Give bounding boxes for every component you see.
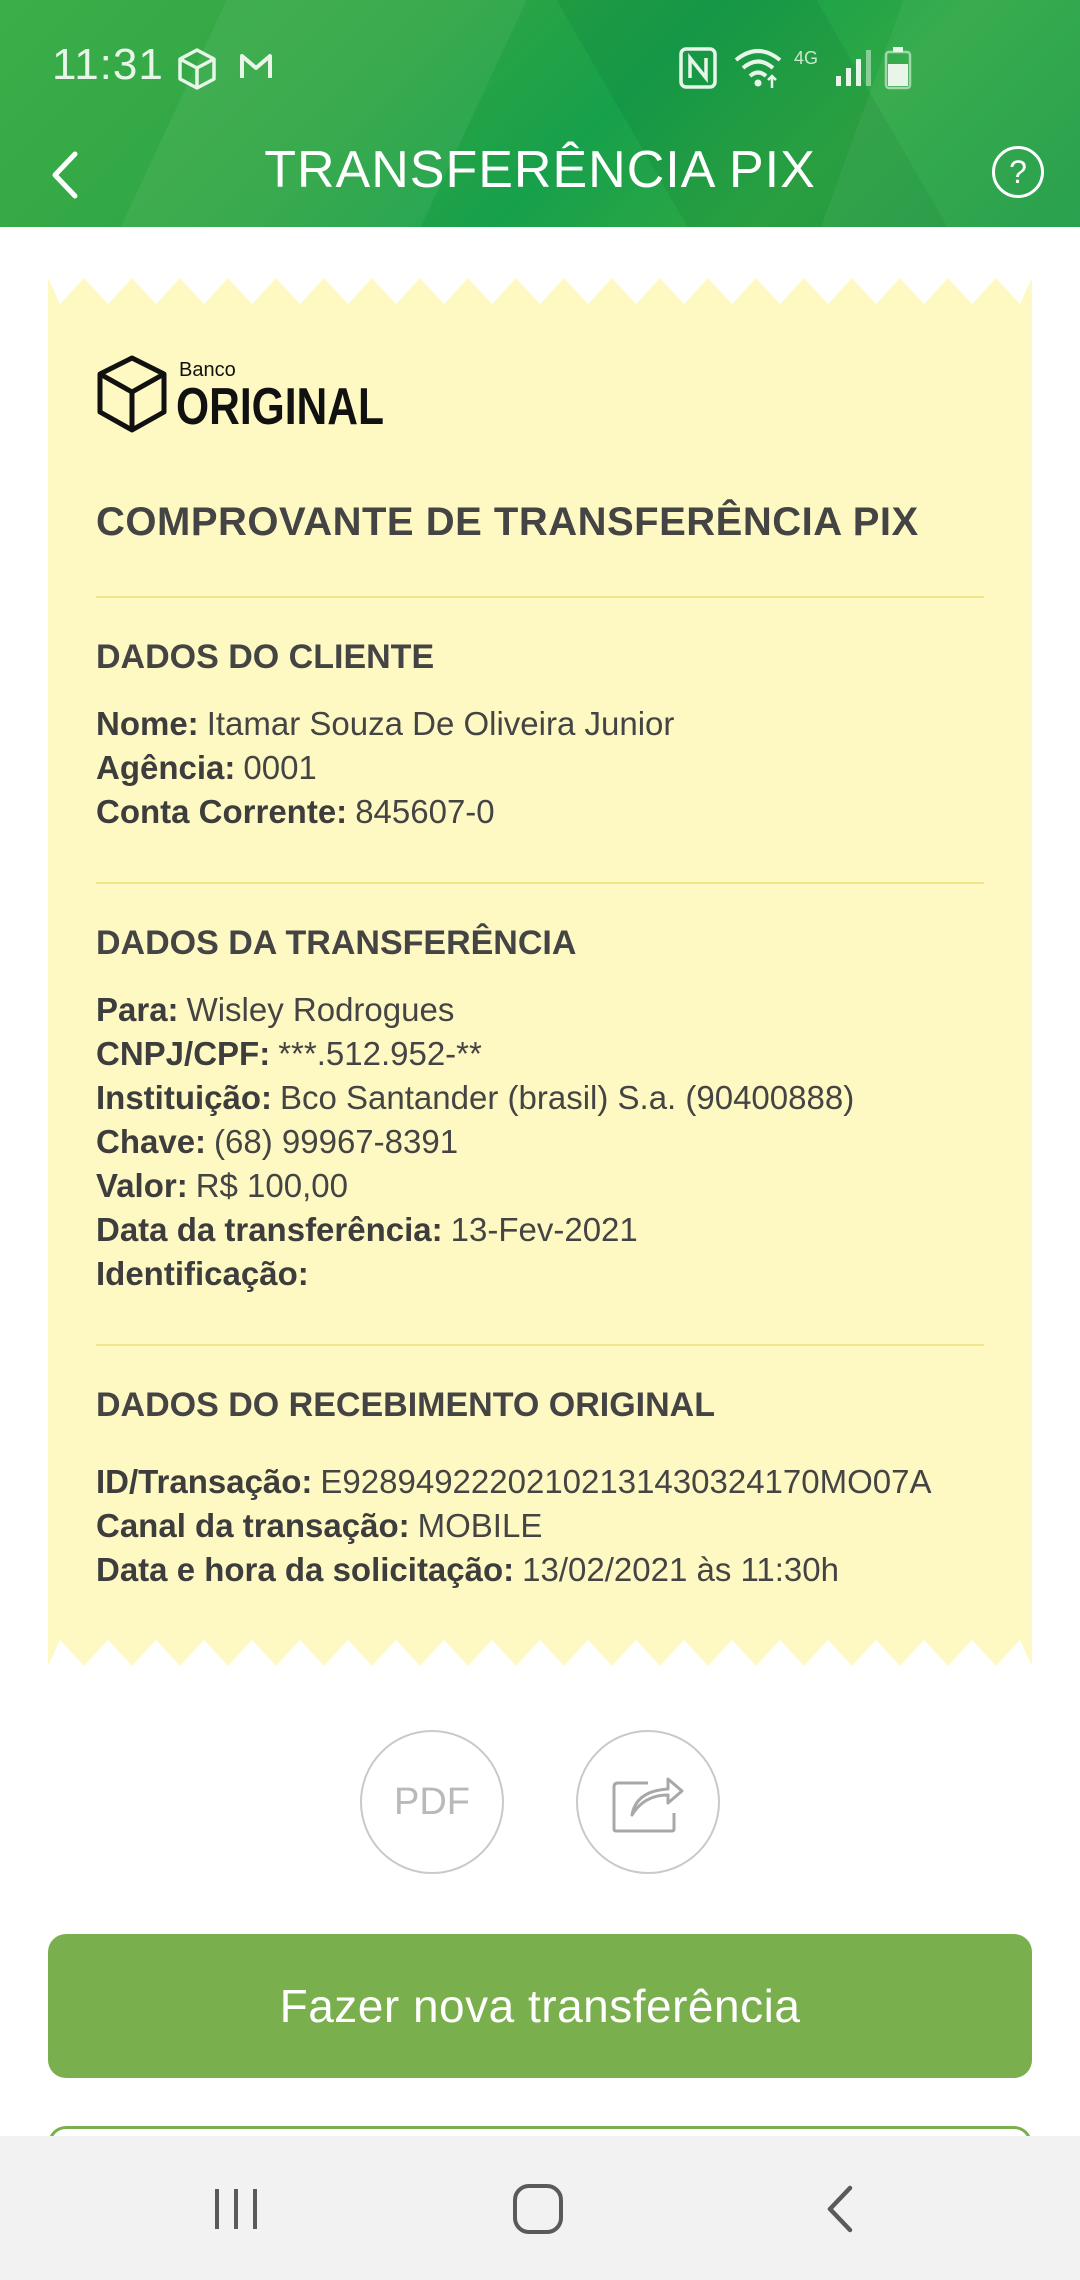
- client-section-heading: DADOS DO CLIENTE: [96, 638, 435, 676]
- page-title: TRANSFERÊNCIA PIX: [264, 141, 816, 199]
- client-fields: Nome: Itamar Souza De Oliveira Junior Agê…: [96, 702, 996, 834]
- receipt-bottom-edge: [48, 1640, 1032, 1670]
- box-icon: [174, 46, 220, 97]
- share-icon: [612, 1777, 684, 1833]
- receipt-title: COMPROVANTE DE TRANSFERÊNCIA PIX: [96, 500, 919, 544]
- logo-large-text: ORIGINAL: [176, 378, 384, 436]
- pdf-button[interactable]: PDF: [360, 1730, 504, 1874]
- receipt-top-edge: [48, 274, 1032, 304]
- network-type: 4G: [794, 48, 819, 68]
- banco-original-logo: Banco ORIGINAL: [94, 352, 394, 442]
- status-bar: 11:31 4G: [0, 0, 1080, 140]
- signal-icon: [834, 46, 874, 93]
- divider: [96, 1344, 984, 1346]
- divider: [96, 596, 984, 598]
- pdf-label: PDF: [394, 1780, 470, 1823]
- share-button[interactable]: [576, 1730, 720, 1874]
- help-icon: ?: [1009, 153, 1027, 190]
- battery-icon: [884, 46, 912, 95]
- status-time: 11:31: [52, 40, 164, 89]
- field-agencia: Agência: 0001: [96, 749, 317, 786]
- field-instituicao: Instituição: Bco Santander (brasil) S.a. …: [96, 1079, 855, 1116]
- transfer-section-heading: DADOS DA TRANSFERÊNCIA: [96, 924, 577, 962]
- divider: [96, 882, 984, 884]
- app-header: 11:31 4G TRANSFERÊNCIA PIX ?: [0, 0, 1080, 227]
- chevron-left-icon: [827, 2185, 853, 2233]
- recent-apps-button[interactable]: [196, 2174, 276, 2244]
- field-data-transferencia: Data da transferência: 13-Fev-2021: [96, 1211, 638, 1248]
- field-nome: Nome: Itamar Souza De Oliveira Junior: [96, 705, 675, 742]
- wifi-icon: [732, 46, 784, 95]
- new-transfer-button[interactable]: Fazer nova transferência: [48, 1934, 1032, 2078]
- field-id-transacao: ID/Transação: E92894922202102131430324170…: [96, 1463, 932, 1500]
- field-data-hora-solicitacao: Data e hora da solicitação: 13/02/2021 às…: [96, 1551, 839, 1588]
- field-cnpj-cpf: CNPJ/CPF: ***.512.952-**: [96, 1035, 482, 1072]
- nfc-icon: [678, 46, 718, 95]
- field-valor: Valor: R$ 100,00: [96, 1167, 348, 1204]
- help-button[interactable]: ?: [992, 146, 1044, 198]
- system-nav-bar: [0, 2136, 1080, 2280]
- system-back-button[interactable]: [800, 2174, 880, 2244]
- field-canal-transacao: Canal da transação: MOBILE: [96, 1507, 543, 1544]
- field-chave: Chave: (68) 99967-8391: [96, 1123, 459, 1160]
- home-button[interactable]: [498, 2174, 578, 2244]
- receipt-data-section-heading: DADOS DO RECEBIMENTO ORIGINAL: [96, 1386, 715, 1424]
- receipt-data-fields: ID/Transação: E92894922202102131430324170…: [96, 1460, 996, 1592]
- transfer-fields: Para: Wisley Rodrogues CNPJ/CPF: ***.512.9…: [96, 988, 996, 1296]
- gmail-icon: [236, 46, 276, 91]
- field-conta-corrente: Conta Corrente: 845607-0: [96, 793, 495, 830]
- recent-apps-icon: [215, 2189, 257, 2229]
- field-para: Para: Wisley Rodrogues: [96, 991, 455, 1028]
- pix-receipt: Banco ORIGINAL COMPROVANTE DE TRANSFERÊN…: [48, 274, 1032, 1670]
- home-icon: [513, 2184, 563, 2234]
- field-identificacao: Identificação:: [96, 1255, 309, 1292]
